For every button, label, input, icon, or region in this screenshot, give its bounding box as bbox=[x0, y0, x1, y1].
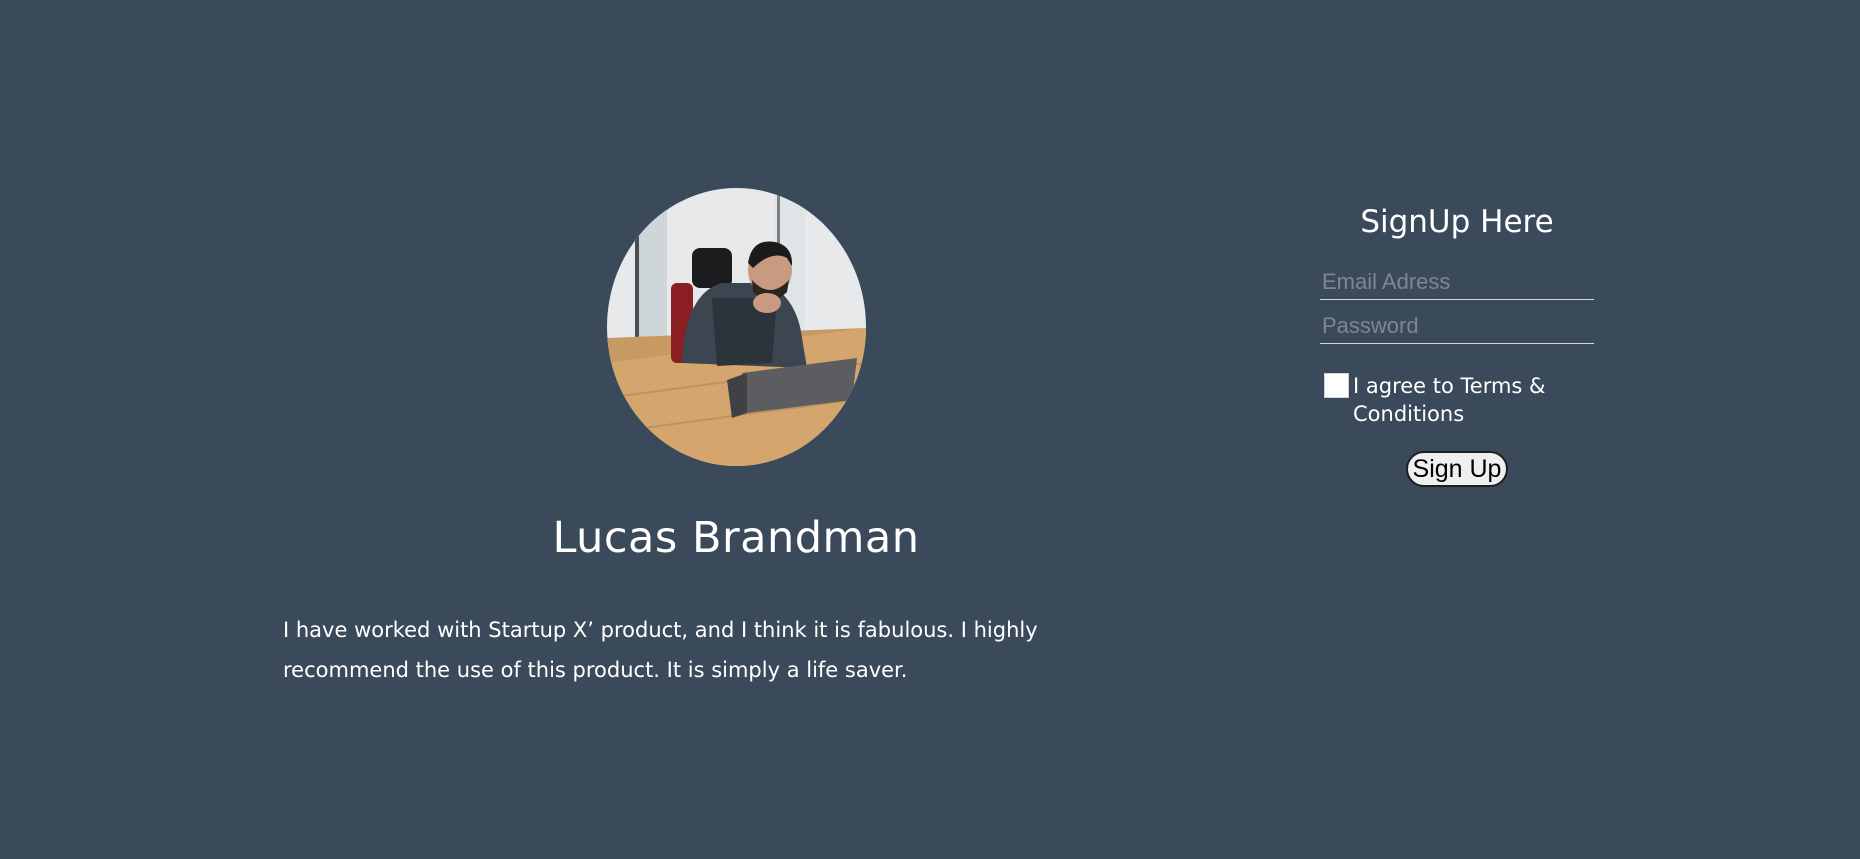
testimonial-quote: I have worked with Startup X’ product, a… bbox=[283, 618, 1038, 682]
testimonial-name: Lucas Brandman bbox=[552, 513, 920, 563]
person-photo-icon bbox=[607, 188, 866, 466]
terms-label: I agree to Terms & Conditions bbox=[1353, 374, 1546, 426]
terms-checkbox[interactable] bbox=[1324, 373, 1349, 398]
page: Lucas Brandman I have worked with Startu… bbox=[0, 0, 1860, 859]
email-field[interactable] bbox=[1320, 260, 1594, 300]
terms-row: I agree to Terms & Conditions bbox=[1320, 372, 1594, 428]
signup-button-row: Sign Up bbox=[1320, 451, 1594, 487]
avatar bbox=[607, 188, 866, 466]
signup-form: SignUp Here I agree to Terms & Condition… bbox=[1320, 196, 1594, 487]
password-field[interactable] bbox=[1320, 304, 1594, 344]
signup-title: SignUp Here bbox=[1360, 204, 1554, 240]
signup-button[interactable]: Sign Up bbox=[1405, 451, 1509, 487]
